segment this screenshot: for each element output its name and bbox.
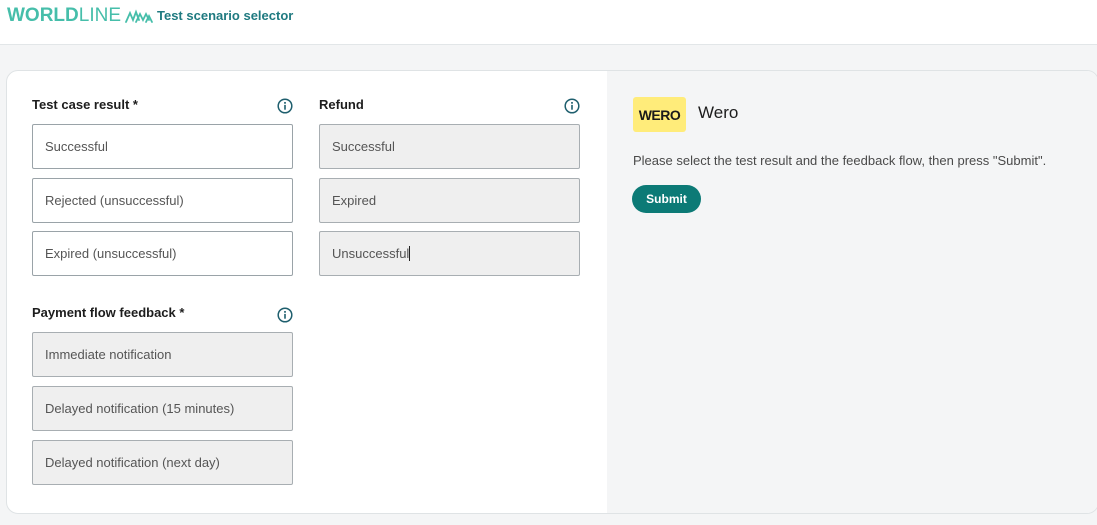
test-case-option-rejected[interactable]: Rejected (unsuccessful) — [32, 178, 293, 223]
logo-text-light: LINE — [78, 5, 122, 26]
instructions-text: Please select the test result and the fe… — [633, 153, 1047, 168]
payment-method-name: Wero — [698, 103, 739, 122]
feedback-option-delayed-next-day[interactable]: Delayed notification (next day) — [32, 440, 293, 485]
app-title: Test scenario selector — [157, 8, 294, 23]
refund-option-successful[interactable]: Successful — [319, 124, 580, 169]
refund-option-unsuccessful-label: Unsuccessful — [332, 246, 410, 261]
test-case-option-expired[interactable]: Expired (unsuccessful) — [32, 231, 293, 276]
main-stage: Test case result * Successful Rejected (… — [0, 45, 1097, 525]
refund-option-expired[interactable]: Expired — [319, 178, 580, 223]
top-bar: WORLD LINE Test scenario selector — [0, 0, 1097, 45]
logo-text-bold: WORLD — [7, 5, 79, 26]
scenario-card: Test case result * Successful Rejected (… — [6, 70, 1097, 514]
wero-logo: WERO — [633, 97, 686, 132]
summary-pane: WERO Wero Please select the test result … — [607, 71, 1097, 513]
worldline-logo: WORLD LINE — [7, 5, 154, 27]
payment-flow-feedback-label: Payment flow feedback * — [32, 305, 185, 320]
feedback-option-delayed-15min[interactable]: Delayed notification (15 minutes) — [32, 386, 293, 431]
test-case-option-successful[interactable]: Successful — [32, 124, 293, 169]
test-case-result-label: Test case result * — [32, 97, 138, 112]
worldline-waves-icon — [125, 9, 153, 23]
submit-button[interactable]: Submit — [632, 185, 701, 213]
payment-flow-info-icon[interactable] — [277, 307, 293, 323]
refund-info-icon[interactable] — [564, 98, 580, 114]
text-cursor — [409, 246, 411, 261]
feedback-option-immediate[interactable]: Immediate notification — [32, 332, 293, 377]
refund-option-unsuccessful[interactable]: Unsuccessful — [319, 231, 580, 276]
refund-label: Refund — [319, 97, 364, 112]
test-case-result-info-icon[interactable] — [277, 98, 293, 114]
